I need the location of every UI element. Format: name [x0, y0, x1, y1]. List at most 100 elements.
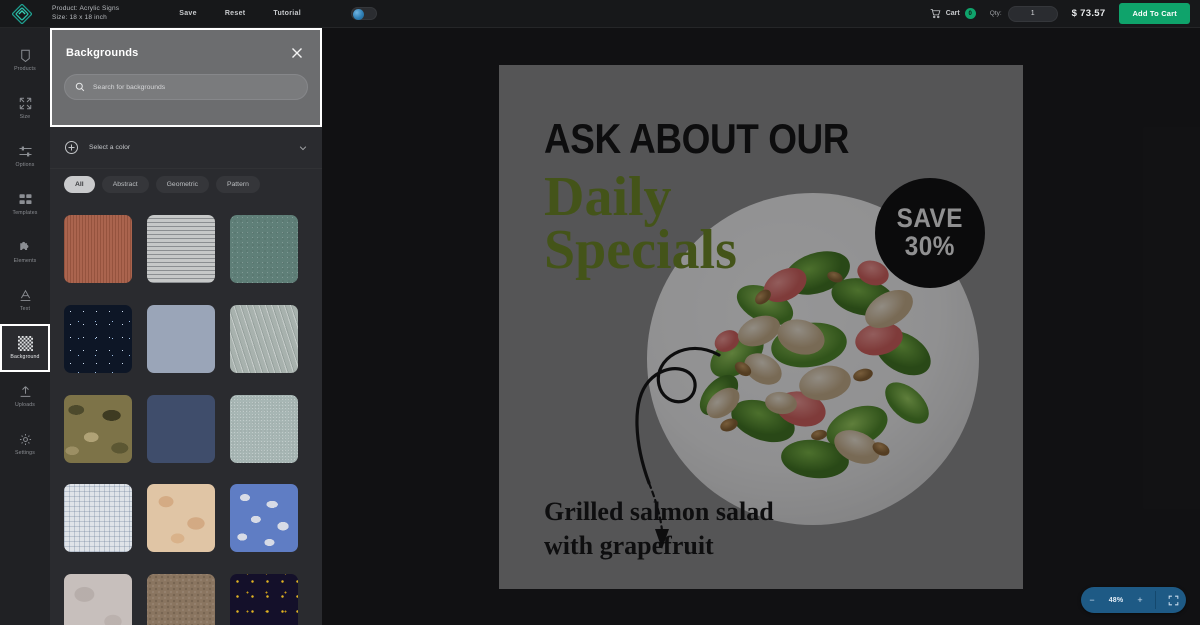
background-swatch-brown-leather[interactable]: [147, 574, 215, 625]
background-swatch-gold-stars-navy[interactable]: [230, 574, 298, 625]
puzzle-icon: [19, 241, 28, 250]
background-swatch-terracotta-wood[interactable]: [64, 215, 132, 283]
reset-button[interactable]: Reset: [225, 10, 246, 17]
plus-circle-icon: [65, 141, 78, 154]
sidebar-label: Elements: [13, 258, 37, 264]
cart-button[interactable]: Cart 0: [930, 8, 976, 19]
grid-icon: [19, 194, 31, 204]
background-swatch-light-stone[interactable]: [64, 574, 132, 625]
headline-specials[interactable]: Specials: [544, 221, 737, 277]
upload-icon: [20, 386, 30, 397]
zoom-out-button[interactable]: −: [1081, 587, 1103, 613]
panel-title: Backgrounds: [66, 47, 139, 59]
sidebar-item-size[interactable]: Size: [0, 84, 50, 132]
top-right-group: Cart 0 Qty: $ 73.57 Add To Cart: [930, 3, 1200, 24]
cart-label: Cart: [945, 10, 960, 17]
tag-icon: [20, 49, 30, 63]
sidebar-label: Size: [19, 114, 31, 120]
search-icon: [75, 82, 85, 92]
caption-line-2[interactable]: with grapefruit: [544, 531, 714, 561]
gear-icon: [19, 433, 31, 446]
background-swatch-blue-clouds[interactable]: [230, 484, 298, 553]
sidebar-label: Options: [15, 162, 35, 168]
price-display: $ 73.57: [1071, 8, 1106, 19]
tab-geometric[interactable]: Geometric: [155, 176, 209, 193]
product-size: Size: 18 x 18 inch: [52, 13, 107, 21]
zoom-in-button[interactable]: +: [1129, 587, 1151, 613]
top-bar: Product: Acrylic Signs Size: 18 x 18 inc…: [0, 0, 1200, 28]
canvas-stage[interactable]: ASK ABOUT OUR Daily Specials SAVE 30% Gr…: [322, 28, 1200, 625]
badge-line-1: SAVE: [896, 202, 964, 233]
cart-count-badge: 0: [964, 8, 976, 19]
sidebar-item-background[interactable]: Background: [0, 324, 50, 372]
add-to-cart-button[interactable]: Add To Cart: [1119, 3, 1190, 24]
sidebar-item-options[interactable]: Options: [0, 132, 50, 180]
sidebar-item-text[interactable]: Text: [0, 276, 50, 324]
top-actions: Save Reset Tutorial: [179, 7, 377, 20]
background-swatch-grid: [50, 206, 322, 625]
sidebar-label: Uploads: [14, 402, 36, 408]
sidebar-label: Settings: [15, 450, 35, 456]
sidebar-item-uploads[interactable]: Uploads: [0, 372, 50, 420]
panel-title-row: Backgrounds: [52, 30, 320, 60]
checker-icon: [17, 336, 33, 351]
tab-all[interactable]: All: [64, 176, 95, 193]
category-tabs: All Abstract Geometric Pattern: [50, 176, 322, 193]
caption-line-1[interactable]: Grilled salmon salad: [544, 497, 774, 527]
save-button[interactable]: Save: [179, 10, 197, 17]
color-picker-label: Select a color: [89, 144, 131, 151]
save-badge[interactable]: SAVE 30%: [875, 177, 985, 288]
badge-line-2: 30%: [904, 230, 955, 261]
zoom-divider: [1155, 591, 1156, 609]
tab-abstract[interactable]: Abstract: [101, 176, 149, 193]
sidebar-item-templates[interactable]: Templates: [0, 180, 50, 228]
background-swatch-gray-fabric[interactable]: [230, 394, 298, 463]
quantity-group: Qty:: [989, 5, 1058, 22]
left-sidebar: Products Size Options Templates Elements…: [0, 28, 50, 625]
resize-icon: [19, 97, 31, 110]
headline-top[interactable]: ASK ABOUT OUR: [544, 115, 849, 163]
background-swatch-camouflage[interactable]: [64, 394, 132, 463]
tab-pattern[interactable]: Pattern: [215, 176, 260, 193]
search-box[interactable]: [64, 74, 308, 100]
headline-daily[interactable]: Daily: [544, 168, 672, 224]
chevron-down-icon[interactable]: [298, 143, 308, 153]
product-name: Product: Acrylic Signs: [52, 5, 120, 13]
theme-toggle[interactable]: [350, 7, 377, 20]
cart-icon: [930, 8, 941, 19]
sidebar-item-elements[interactable]: Elements: [0, 228, 50, 276]
app-logo[interactable]: [0, 0, 44, 28]
background-swatch-gray-waves[interactable]: [230, 304, 298, 373]
backgrounds-panel: Backgrounds Select a color: [50, 28, 322, 625]
quantity-input[interactable]: [1007, 5, 1058, 22]
background-swatch-grid-paper[interactable]: [64, 484, 132, 553]
text-a-icon: [20, 289, 30, 302]
search-wrapper: [52, 60, 320, 100]
sidebar-label: Text: [19, 306, 31, 312]
swirl-arrow-decoration: [635, 346, 721, 549]
fit-screen-icon: [1168, 595, 1178, 605]
sliders-icon: [19, 146, 31, 157]
background-swatch-slate-blue-solid[interactable]: [147, 304, 215, 373]
fit-to-screen-button[interactable]: [1160, 587, 1186, 613]
color-picker-row[interactable]: Select a color: [50, 127, 322, 169]
quantity-label: Qty:: [989, 10, 1002, 17]
tutorial-button[interactable]: Tutorial: [273, 10, 301, 17]
background-swatch-navy-solid[interactable]: [147, 394, 215, 463]
background-swatch-beige-mottled[interactable]: [147, 484, 215, 553]
close-icon[interactable]: [290, 46, 304, 60]
diamond-spiral-logo-icon: [12, 3, 32, 24]
background-swatch-gray-lines[interactable]: [147, 215, 215, 283]
zoom-value: 48%: [1108, 596, 1124, 604]
product-info: Product: Acrylic Signs Size: 18 x 18 inc…: [52, 5, 119, 21]
background-swatch-teal-speckle[interactable]: [230, 215, 298, 283]
search-input[interactable]: [93, 83, 297, 91]
sidebar-label: Templates: [12, 210, 38, 216]
sidebar-label: Products: [14, 66, 36, 72]
panel-header-highlight: Backgrounds: [50, 28, 322, 127]
sidebar-item-settings[interactable]: Settings: [0, 420, 50, 468]
artboard[interactable]: ASK ABOUT OUR Daily Specials SAVE 30% Gr…: [499, 64, 1023, 589]
design-editor-app: Product: Acrylic Signs Size: 18 x 18 inc…: [0, 0, 1200, 625]
sidebar-item-products[interactable]: Products: [0, 36, 50, 84]
background-swatch-night-sky-stars[interactable]: [64, 304, 132, 373]
